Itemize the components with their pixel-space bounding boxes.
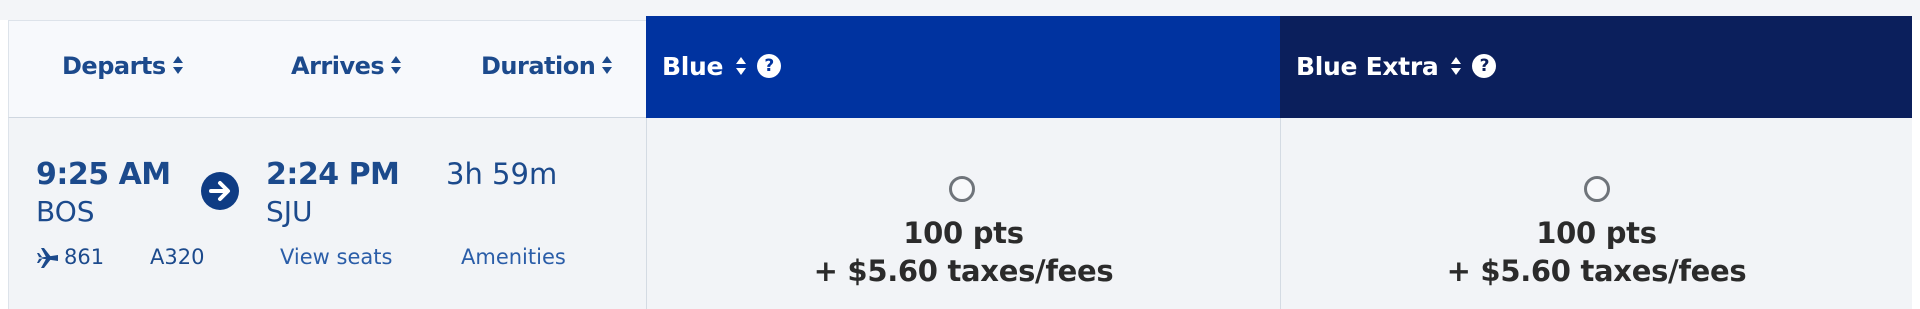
blue-fare-radio[interactable] — [949, 176, 975, 202]
blue-fare-points: 100 pts — [903, 216, 1024, 250]
blue-fare-cell[interactable]: 100 pts + $5.60 taxes/fees — [646, 118, 1280, 309]
arrives-column-header[interactable]: Arrives — [291, 52, 402, 80]
plane-icon — [36, 246, 60, 270]
blue-fare-label: Blue — [662, 52, 724, 81]
blue-extra-fare-header[interactable]: Blue Extra? — [1280, 16, 1912, 118]
sort-icon — [601, 55, 613, 75]
sort-icon[interactable] — [735, 56, 747, 76]
duration-label: Duration — [481, 52, 596, 80]
duration-column-header[interactable]: Duration — [481, 52, 613, 80]
flight-number: 861 — [64, 245, 105, 269]
arrive-time: 2:24 PM — [266, 157, 400, 192]
blue-extra-fare-label: Blue Extra — [1296, 52, 1439, 81]
departs-column-header[interactable]: Departs — [62, 52, 184, 80]
depart-time: 9:25 AM — [36, 157, 171, 192]
blue-fare-taxes: + $5.60 taxes/fees — [813, 254, 1114, 288]
flight-info-cell — [8, 118, 646, 309]
sort-icon — [172, 55, 184, 75]
help-icon[interactable]: ? — [757, 54, 782, 78]
departs-label: Departs — [62, 52, 166, 80]
sort-icon[interactable] — [1450, 56, 1462, 76]
arrow-right-icon — [201, 172, 239, 210]
blue-extra-fare-taxes: + $5.60 taxes/fees — [1446, 254, 1747, 288]
arrives-label: Arrives — [291, 52, 385, 80]
depart-airport: BOS — [36, 195, 95, 228]
blue-extra-fare-radio[interactable] — [1584, 176, 1610, 202]
blue-fare-header[interactable]: Blue? — [646, 16, 1280, 118]
arrive-airport: SJU — [266, 195, 313, 228]
amenities-link[interactable]: Amenities — [461, 245, 566, 269]
blue-extra-fare-points: 100 pts — [1536, 216, 1657, 250]
blue-extra-fare-cell[interactable]: 100 pts + $5.60 taxes/fees — [1280, 118, 1912, 309]
flight-duration: 3h 59m — [446, 157, 558, 191]
help-icon[interactable]: ? — [1472, 54, 1497, 78]
aircraft-type: A320 — [150, 245, 205, 269]
view-seats-link[interactable]: View seats — [280, 245, 392, 269]
sort-icon — [390, 55, 402, 75]
